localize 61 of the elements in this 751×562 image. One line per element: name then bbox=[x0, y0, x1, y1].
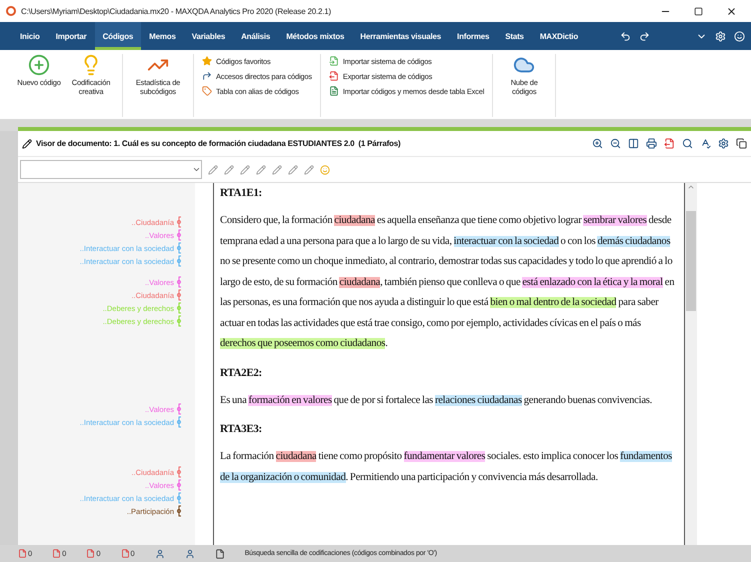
zoom-in-icon[interactable] bbox=[592, 138, 603, 149]
settings-icon[interactable] bbox=[718, 138, 729, 149]
menu-tab[interactable]: Inicio bbox=[12, 22, 48, 50]
menu-tab[interactable]: Importar bbox=[48, 22, 95, 50]
menu-tab[interactable]: Herramientas visuales bbox=[352, 22, 450, 50]
search-icon[interactable] bbox=[682, 138, 693, 149]
menu-tab[interactable]: Memos bbox=[141, 22, 184, 50]
highlighter-icon[interactable] bbox=[304, 164, 314, 174]
document-icon[interactable] bbox=[214, 548, 225, 558]
document-icon bbox=[86, 549, 96, 558]
close-icon[interactable] bbox=[726, 6, 736, 16]
star-icon bbox=[202, 56, 212, 66]
menu-tab[interactable]: Stats bbox=[497, 22, 532, 50]
menu-tab[interactable]: Variables bbox=[184, 22, 234, 50]
paragraph-count: (1 Párrafos) bbox=[358, 139, 400, 148]
new-code-icon bbox=[28, 54, 50, 76]
user-icon[interactable] bbox=[184, 548, 195, 558]
paragraph-text: Considero que, la formación ciudadana es aquella enseñanza que tiene como objetivo lograr sembrar valores desde temprana edad a una persona para que a lo largo de su vida, interactuar con la sociedad o con los demás ciudadanos no se presente como un choque inmediato, al contrario, demostrar todas sus capacidades y todo lo que aprendió a lo largo de esto, de su formación ciudadana, también pienso que conlleva o que está enlazado con la ética y la moral en las personas, es una formación que nos ayuda a distinguir lo que está bien o mal dentro de la sociedad para saber actuar en todas las actividades que está trae consigo, como por ejemplo, actividades cívicas en el país o más derechos que poseemos como ciudadanos. bbox=[220, 214, 676, 351]
app-logo-icon bbox=[6, 6, 16, 16]
tag-icon bbox=[202, 86, 212, 96]
paragraph-text: Es una formación en valores que de por si fortalece las relaciones ciudadanas generando buenas convivencias. bbox=[220, 394, 654, 408]
highlighter-icon[interactable] bbox=[288, 164, 298, 174]
import-icon bbox=[328, 56, 339, 66]
export-icon[interactable] bbox=[664, 138, 675, 149]
menu-tab[interactable]: Informes bbox=[449, 22, 498, 50]
zoom-out-icon[interactable] bbox=[610, 138, 621, 149]
smiley-icon[interactable] bbox=[734, 30, 745, 42]
menu-tab[interactable]: Métodos mixtos bbox=[278, 22, 352, 50]
paragraph-heading: RTA1E1: bbox=[220, 186, 263, 201]
document-icon bbox=[18, 549, 27, 558]
paragraph-heading: RTA3E3: bbox=[220, 422, 263, 437]
printer-icon[interactable] bbox=[646, 138, 657, 149]
undo-icon[interactable] bbox=[620, 30, 631, 42]
user-icon[interactable] bbox=[154, 548, 165, 558]
highlighter-icon[interactable] bbox=[240, 164, 250, 174]
maximize-icon[interactable] bbox=[694, 6, 702, 16]
document-edit-icon bbox=[22, 138, 32, 148]
document-icon bbox=[52, 549, 62, 558]
arrow-icon bbox=[202, 71, 212, 81]
document-icon bbox=[120, 549, 130, 558]
paragraph-heading: RTA2E2: bbox=[220, 366, 263, 380]
highlighter-icon[interactable] bbox=[208, 164, 218, 174]
paragraph-text: La formación ciudadana tiene como propósito fundamentar valores sociales. esto implica conocer los fundamentos de la organización o comunidad. Permitiendo una participación y convivencia más desarrollada. bbox=[220, 450, 674, 484]
export-icon bbox=[328, 71, 339, 81]
spellcheck-icon[interactable] bbox=[700, 138, 711, 149]
viewer-title: Visor de documento: 1. Cuál es su concepto de formación ciudadana ESTUDIANTES 2.0 bbox=[36, 139, 354, 148]
scrollbar[interactable] bbox=[685, 183, 697, 545]
window-title: C:\Users\Myriam\Desktop\Ciudadania.mx20 - MAXQDA Analytics Pro 2020 (Release 20.2.1) bbox=[21, 6, 332, 16]
chevron-down-icon bbox=[192, 165, 201, 174]
scrollbar-thumb[interactable] bbox=[686, 211, 696, 311]
layout-icon[interactable] bbox=[628, 138, 639, 149]
scroll-up-icon[interactable] bbox=[687, 183, 695, 191]
menu-tab[interactable]: Análisis bbox=[233, 22, 278, 50]
menu-tab[interactable]: MAXDictio bbox=[532, 22, 586, 50]
highlighter-icon[interactable] bbox=[272, 164, 282, 174]
highlighter-icon[interactable] bbox=[224, 164, 234, 174]
menu-tab[interactable]: Códigos bbox=[94, 22, 142, 50]
undock-icon[interactable] bbox=[736, 138, 747, 149]
redo-icon[interactable] bbox=[639, 30, 650, 42]
highlighter-icon[interactable] bbox=[256, 164, 266, 174]
spreadsheet-icon bbox=[328, 86, 339, 96]
